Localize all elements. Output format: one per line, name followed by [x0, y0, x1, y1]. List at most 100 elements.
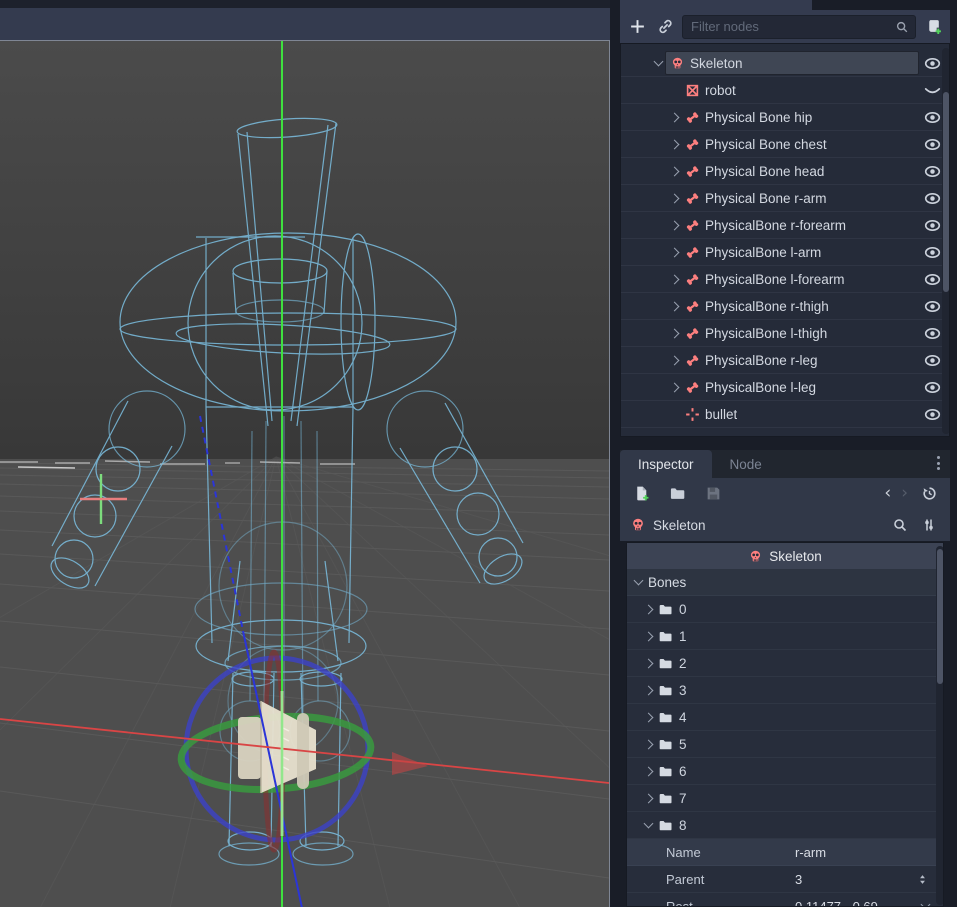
- chevron-right-icon[interactable]: [669, 355, 679, 365]
- chevron-right-icon[interactable]: [669, 247, 679, 257]
- section-bones[interactable]: Bones: [627, 569, 943, 596]
- tree-row[interactable]: bullet: [621, 401, 949, 428]
- tree-row-label: PhysicalBone l-forearm: [705, 272, 845, 287]
- inspector-search-button[interactable]: [889, 514, 911, 536]
- tree-row[interactable]: PhysicalBone r-forearm: [621, 212, 949, 239]
- eye-open-icon[interactable]: [924, 352, 941, 369]
- inspector-body: Skeleton Bones 012345678 Namer-armParent…: [626, 542, 944, 907]
- eye-open-icon[interactable]: [924, 271, 941, 288]
- property-value[interactable]: 3: [795, 872, 912, 887]
- tree-row[interactable]: Physical Bone hip: [621, 104, 949, 131]
- eye-open-icon[interactable]: [924, 44, 941, 46]
- bone-row[interactable]: 2: [627, 650, 943, 677]
- tree-row[interactable]: Physical Bone head: [621, 158, 949, 185]
- history-forward-button[interactable]: ›: [901, 485, 908, 502]
- tab-inspector[interactable]: Inspector: [620, 450, 712, 478]
- tree-row[interactable]: PhysicalBone l-leg: [621, 374, 949, 401]
- chevron-right-icon[interactable]: [669, 193, 679, 203]
- add-node-button[interactable]: [626, 16, 648, 38]
- chevron-right-icon[interactable]: [669, 301, 679, 311]
- spinner-icon[interactable]: [916, 873, 929, 886]
- tree-row[interactable]: Physical Bone chest: [621, 131, 949, 158]
- chevron-right-icon[interactable]: [644, 658, 654, 668]
- viewport-3d[interactable]: [0, 40, 610, 907]
- chevron-right-icon[interactable]: [669, 139, 679, 149]
- chevron-right-icon[interactable]: [669, 112, 679, 122]
- tree-row[interactable]: Physical Bone r-arm: [621, 185, 949, 212]
- inspector-scrollbar[interactable]: [936, 546, 944, 905]
- eye-open-icon[interactable]: [924, 136, 941, 153]
- eye-open-icon[interactable]: [924, 109, 941, 126]
- scene-tree-scrollbar[interactable]: [942, 48, 950, 434]
- save-icon: [705, 485, 722, 502]
- eye-closed-icon[interactable]: [924, 82, 941, 99]
- property-value[interactable]: 0.11477, -0.69: [795, 899, 918, 907]
- bone-row[interactable]: 6: [627, 758, 943, 785]
- attach-script-button[interactable]: [922, 16, 944, 38]
- load-resource-button[interactable]: [666, 483, 688, 505]
- chevron-right-icon[interactable]: [644, 685, 654, 695]
- inspector-tools-button[interactable]: [918, 514, 940, 536]
- bone-row[interactable]: 7: [627, 785, 943, 812]
- tree-row[interactable]: PhysicalBone l-forearm: [621, 266, 949, 293]
- tree-row[interactable]: PhysicalBone r-leg: [621, 347, 949, 374]
- skull-icon: [669, 44, 684, 45]
- chevron-right-icon[interactable]: [669, 274, 679, 284]
- chevron-right-icon[interactable]: [644, 712, 654, 722]
- chevron-right-icon[interactable]: [669, 382, 679, 392]
- history-back-button[interactable]: ‹: [884, 485, 891, 502]
- scene-tab-partial[interactable]: [620, 0, 812, 10]
- chevron-down-icon[interactable]: [644, 819, 654, 829]
- chevron-right-icon[interactable]: [644, 631, 654, 641]
- bone-icon: [685, 110, 700, 125]
- history-button[interactable]: [918, 483, 940, 505]
- eye-open-icon[interactable]: [924, 298, 941, 315]
- tree-row[interactable]: Skeleton: [621, 50, 949, 77]
- scene-tree-scroll-thumb[interactable]: [943, 92, 949, 292]
- tab-node[interactable]: Node: [712, 450, 780, 478]
- dock-menu-icon[interactable]: [937, 456, 940, 470]
- chevron-right-icon[interactable]: [644, 604, 654, 614]
- chevron-down-icon[interactable]: [653, 57, 663, 67]
- chevron-right-icon[interactable]: [644, 766, 654, 776]
- tree-row[interactable]: PhysicalBone l-thigh: [621, 320, 949, 347]
- eye-open-icon[interactable]: [924, 55, 941, 72]
- chevron-right-icon[interactable]: [669, 220, 679, 230]
- viewport-scene: [0, 41, 609, 907]
- tree-row[interactable]: AnimationPlayer: [621, 428, 949, 437]
- bone-row[interactable]: 5: [627, 731, 943, 758]
- tree-row-label: bullet: [705, 407, 737, 422]
- save-resource-button[interactable]: [702, 483, 724, 505]
- chevron-right-icon[interactable]: [669, 166, 679, 176]
- eye-open-icon[interactable]: [924, 217, 941, 234]
- eye-open-icon[interactable]: [924, 379, 941, 396]
- chevron-right-icon[interactable]: [669, 328, 679, 338]
- bone-row[interactable]: 0: [627, 596, 943, 623]
- eye-open-icon[interactable]: [924, 190, 941, 207]
- eye-open-icon[interactable]: [924, 163, 941, 180]
- chevron-right-icon[interactable]: [644, 739, 654, 749]
- chevron-right-icon[interactable]: [644, 793, 654, 803]
- tree-row-label: PhysicalBone r-thigh: [705, 299, 829, 314]
- tree-row[interactable]: robot: [621, 77, 949, 104]
- filter-nodes-input[interactable]: [689, 18, 889, 35]
- eye-open-icon[interactable]: [924, 406, 941, 423]
- bone-row[interactable]: 1: [627, 623, 943, 650]
- bone-row[interactable]: 8: [627, 812, 943, 839]
- bone-row[interactable]: 3: [627, 677, 943, 704]
- folder-icon: [658, 764, 673, 779]
- bone-icon: [685, 245, 700, 260]
- tree-row[interactable]: PhysicalBone l-arm: [621, 239, 949, 266]
- inspector-scroll-thumb[interactable]: [937, 549, 943, 684]
- eye-open-icon[interactable]: [924, 244, 941, 261]
- folder-icon: [658, 710, 673, 725]
- instance-scene-button[interactable]: [654, 16, 676, 38]
- bone-row[interactable]: 4: [627, 704, 943, 731]
- new-resource-button[interactable]: [630, 483, 652, 505]
- property-value[interactable]: r-arm: [795, 845, 929, 860]
- tree-row[interactable]: PhysicalBone r-thigh: [621, 293, 949, 320]
- folder-icon: [658, 683, 673, 698]
- eye-open-icon[interactable]: [924, 325, 941, 342]
- search-icon: [895, 20, 909, 34]
- chevron-down-icon[interactable]: [921, 900, 931, 907]
